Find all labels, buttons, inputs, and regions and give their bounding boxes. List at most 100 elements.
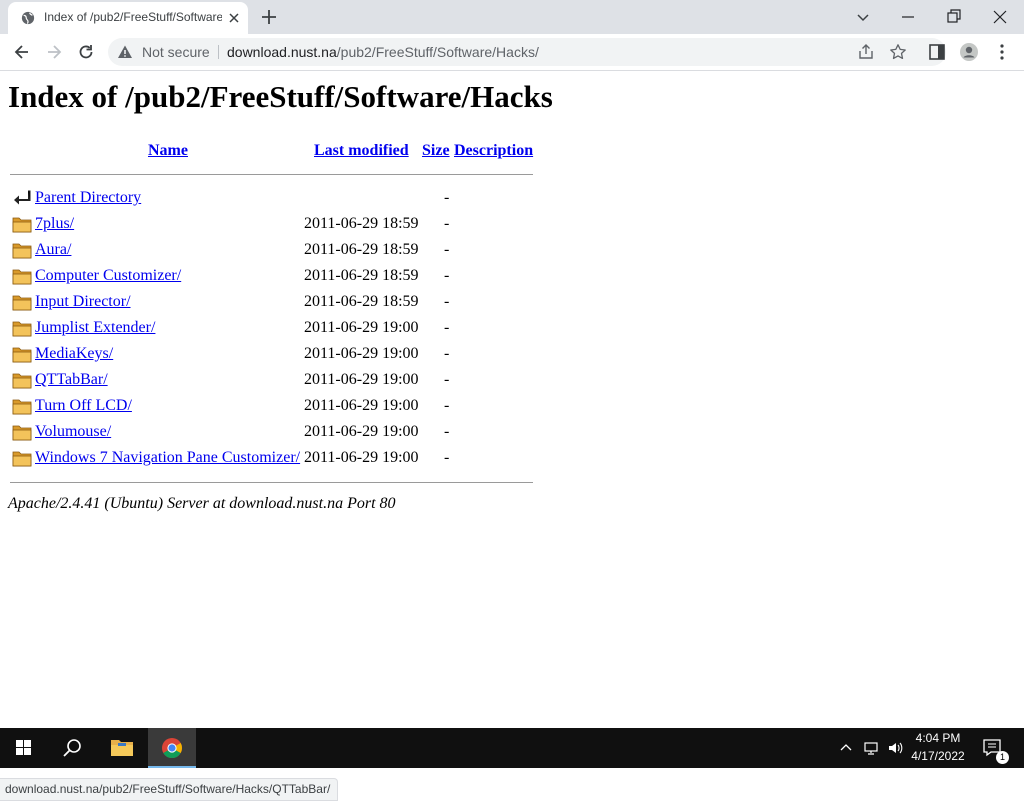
browser-tab-active[interactable]: Index of /pub2/FreeStuff/Software/Hacks: [8, 2, 248, 34]
listing-row: Jumplist Extender/2011-06-29 19:00 -: [10, 315, 533, 341]
folder-icon[interactable]: [12, 318, 32, 338]
entry-modified: 2011-06-29 19:00: [304, 423, 419, 440]
file-explorer-icon[interactable]: [98, 728, 146, 768]
listing-row: Computer Customizer/2011-06-29 18:59 -: [10, 263, 533, 289]
close-tab-icon[interactable]: [226, 10, 242, 26]
minimize-icon[interactable]: [897, 6, 919, 28]
page-title: Index of /pub2/FreeStuff/Software/Hacks: [8, 79, 553, 114]
entry-size: -: [444, 345, 450, 362]
entry-size: -: [444, 423, 450, 440]
network-icon[interactable]: [863, 740, 879, 756]
entry-size: -: [444, 371, 450, 388]
listing-row: 7plus/2011-06-29 18:59 -: [10, 211, 533, 237]
column-header-name[interactable]: Name: [148, 142, 188, 160]
omnibox-divider: [218, 45, 219, 59]
listing-row: Parent Directory -: [10, 185, 533, 211]
new-tab-icon[interactable]: [259, 7, 279, 27]
entry-link[interactable]: MediaKeys/: [35, 345, 113, 363]
tab-search-chevron-icon[interactable]: [852, 6, 874, 28]
entry-modified: 2011-06-29 19:00: [304, 397, 419, 414]
search-icon[interactable]: [48, 728, 96, 768]
entry-link[interactable]: 7plus/: [35, 215, 74, 233]
entry-modified: 2011-06-29 19:00: [304, 371, 419, 388]
show-hidden-icons-chevron-icon[interactable]: [838, 740, 854, 756]
address-bar[interactable]: Not secure download.nust.na/pub2/FreeStu…: [108, 38, 946, 66]
entry-size: -: [444, 397, 450, 414]
entry-size: -: [444, 449, 450, 466]
tab-strip: Index of /pub2/FreeStuff/Software/Hacks: [0, 0, 1024, 34]
folder-icon[interactable]: [12, 370, 32, 390]
entry-modified: 2011-06-29 18:59: [304, 241, 419, 258]
server-signature: Apache/2.4.41 (Ubuntu) Server at downloa…: [8, 495, 396, 512]
folder-icon[interactable]: [12, 240, 32, 260]
folder-icon[interactable]: [12, 396, 32, 416]
entry-modified: 2011-06-29 19:00: [304, 319, 419, 336]
column-header-size[interactable]: Size: [422, 142, 450, 160]
entry-link[interactable]: Aura/: [35, 241, 71, 259]
warning-icon[interactable]: [117, 44, 133, 60]
footer-divider: [10, 482, 533, 483]
entry-link[interactable]: Parent Directory: [35, 189, 141, 207]
entry-size: -: [444, 215, 450, 232]
globe-icon: [21, 11, 35, 25]
clock-date[interactable]: 4/17/2022: [890, 749, 986, 763]
listing-row: QTTabBar/2011-06-29 19:00 -: [10, 367, 533, 393]
status-bar-url: download.nust.na/pub2/FreeStuff/Software…: [0, 778, 339, 801]
url-text[interactable]: download.nust.na/pub2/FreeStuff/Software…: [227, 44, 539, 60]
folder-icon[interactable]: [12, 344, 32, 364]
share-icon[interactable]: [857, 43, 875, 61]
header-divider: [10, 174, 533, 175]
parent-directory-icon[interactable]: [12, 188, 32, 208]
listing-row: Turn Off LCD/2011-06-29 19:00 -: [10, 393, 533, 419]
entry-modified: 2011-06-29 18:59: [304, 267, 419, 284]
entry-link[interactable]: Input Director/: [35, 293, 131, 311]
entry-size: -: [444, 319, 450, 336]
entry-modified: 2011-06-29 19:00: [304, 449, 419, 466]
entry-link[interactable]: Turn Off LCD/: [35, 397, 132, 415]
folder-icon[interactable]: [12, 214, 32, 234]
windows-taskbar: 4:04 PM 4/17/2022 1: [0, 728, 1024, 768]
entry-link[interactable]: Computer Customizer/: [35, 267, 181, 285]
column-header-description[interactable]: Description: [454, 142, 533, 160]
restore-icon[interactable]: [943, 6, 965, 28]
entry-size: -: [444, 241, 450, 258]
column-header-last-modified[interactable]: Last modified: [314, 142, 409, 160]
entry-size: -: [444, 189, 450, 206]
menu-kebab-icon[interactable]: [992, 42, 1012, 62]
notification-badge: 1: [996, 751, 1009, 764]
folder-icon[interactable]: [12, 292, 32, 312]
entry-modified: 2011-06-29 18:59: [304, 293, 419, 310]
url-path: /pub2/FreeStuff/Software/Hacks/: [336, 44, 539, 60]
listing-row: Aura/2011-06-29 18:59 -: [10, 237, 533, 263]
page-content: Index of /pub2/FreeStuff/Software/Hacks …: [0, 71, 1024, 801]
entry-modified: 2011-06-29 18:59: [304, 215, 419, 232]
clock-time[interactable]: 4:04 PM: [890, 731, 986, 745]
entry-link[interactable]: Jumplist Extender/: [35, 319, 155, 337]
reload-icon[interactable]: [76, 42, 96, 62]
entry-size: -: [444, 267, 450, 284]
entry-link[interactable]: QTTabBar/: [35, 371, 108, 389]
folder-icon[interactable]: [12, 448, 32, 468]
listing-row: Windows 7 Navigation Pane Customizer/201…: [10, 445, 533, 471]
windows-start-icon[interactable]: [0, 728, 48, 768]
entry-size: -: [444, 293, 450, 310]
listing-row: MediaKeys/2011-06-29 19:00 -: [10, 341, 533, 367]
back-arrow-icon[interactable]: [12, 42, 32, 62]
browser-toolbar: Not secure download.nust.na/pub2/FreeStu…: [0, 34, 1024, 71]
entry-link[interactable]: Volumouse/: [35, 423, 111, 441]
entry-link[interactable]: Windows 7 Navigation Pane Customizer/: [35, 449, 300, 467]
folder-icon[interactable]: [12, 266, 32, 286]
tab-title: Index of /pub2/FreeStuff/Software/Hacks: [44, 10, 222, 24]
profile-avatar-icon[interactable]: [959, 42, 979, 62]
folder-icon[interactable]: [12, 422, 32, 442]
entry-modified: 2011-06-29 19:00: [304, 345, 419, 362]
side-panel-icon[interactable]: [927, 42, 947, 62]
listing-row: Volumouse/2011-06-29 19:00 -: [10, 419, 533, 445]
listing-row: Input Director/2011-06-29 18:59 -: [10, 289, 533, 315]
bookmark-star-icon[interactable]: [889, 43, 907, 61]
chrome-taskbar-icon[interactable]: [148, 728, 196, 768]
not-secure-label[interactable]: Not secure: [142, 44, 210, 60]
forward-arrow-icon[interactable]: [44, 42, 64, 62]
close-window-icon[interactable]: [989, 6, 1011, 28]
url-host: download.nust.na: [227, 44, 337, 60]
